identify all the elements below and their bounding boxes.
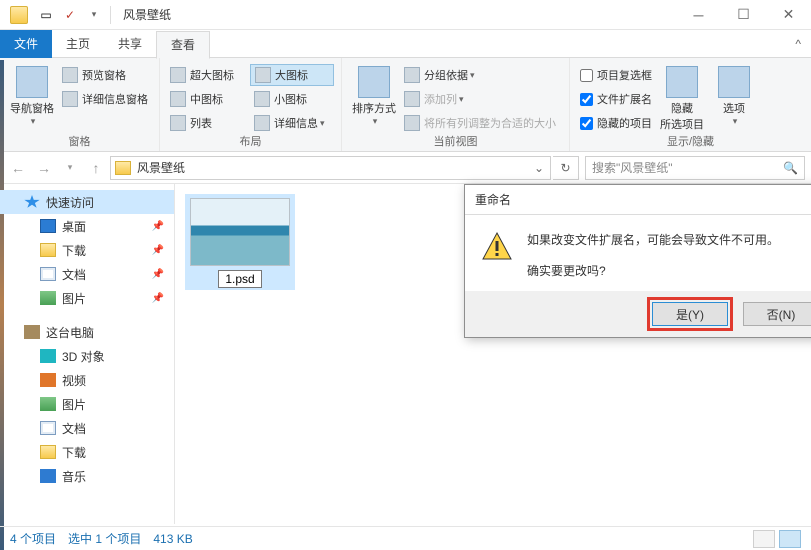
sidebar-quick-access[interactable]: 快速访问 (0, 190, 174, 214)
qat-dropdown[interactable]: ▾ (82, 4, 106, 26)
refresh-button[interactable]: ↻ (553, 156, 579, 180)
sidebar-documents-pc[interactable]: 文档 (0, 416, 174, 440)
tab-file[interactable]: 文件 (0, 30, 52, 58)
sidebar-documents[interactable]: 文档📌 (0, 262, 174, 286)
address-field[interactable]: 风景壁纸 ⌄ (110, 156, 551, 180)
sidebar-downloads-pc[interactable]: 下载 (0, 440, 174, 464)
sidebar-this-pc[interactable]: 这台电脑 (0, 320, 174, 344)
preview-pane-button[interactable]: 预览窗格 (58, 64, 152, 86)
status-bar: 4 个项目 选中 1 个项目 413 KB (0, 526, 811, 550)
search-box[interactable]: 搜索"风景壁纸" 🔍 (585, 156, 805, 180)
ribbon-tabs: 文件 主页 共享 查看 ^ (0, 30, 811, 58)
ribbon-collapse-button[interactable]: ^ (795, 37, 811, 51)
file-list[interactable]: 1.psd 重命名 如果改变文件扩展名，可能会导致文件不可用。 确实要更改吗? (175, 184, 811, 524)
dialog-message-1: 如果改变文件扩展名，可能会导致文件不可用。 (527, 231, 779, 250)
folder-icon (115, 161, 131, 175)
tab-home[interactable]: 主页 (52, 30, 104, 58)
warning-icon (481, 231, 513, 263)
tab-share[interactable]: 共享 (104, 30, 156, 58)
layout-details[interactable]: 详细信息▾ (250, 112, 334, 134)
details-view-button[interactable] (753, 530, 775, 548)
address-dropdown-icon[interactable]: ⌄ (528, 161, 550, 175)
ribbon: 导航窗格▾ 预览窗格 详细信息窗格 窗格 超大图标 中图标 列表 大图标 小图标… (0, 58, 811, 152)
sidebar-desktop[interactable]: 桌面📌 (0, 214, 174, 238)
qat-properties[interactable]: ▭ (34, 4, 58, 26)
tab-view[interactable]: 查看 (156, 31, 210, 59)
group-layout-label: 布局 (160, 133, 341, 149)
qat-check[interactable]: ✓ (58, 4, 82, 26)
no-button[interactable]: 否(N) (743, 302, 811, 326)
highlight-annotation: 是(Y) (647, 297, 733, 331)
pin-icon: 📌 (152, 269, 164, 280)
status-selected: 选中 1 个项目 (68, 530, 141, 547)
maximize-button[interactable]: ☐ (721, 0, 766, 30)
dialog-message-2: 确实要更改吗? (527, 262, 779, 281)
forward-button[interactable]: → (32, 156, 56, 180)
sidebar-pictures-pc[interactable]: 图片 (0, 392, 174, 416)
details-pane-button[interactable]: 详细信息窗格 (58, 88, 152, 110)
add-columns-button[interactable]: 添加列▾ (400, 88, 560, 110)
address-text: 风景壁纸 (137, 159, 185, 176)
window-icon (10, 6, 28, 24)
group-by-button[interactable]: 分组依据▾ (400, 64, 560, 86)
yes-button[interactable]: 是(Y) (652, 302, 728, 326)
main-area: 快速访问 桌面📌 下载📌 文档📌 图片📌 这台电脑 3D 对象 视频 图片 文档… (0, 184, 811, 524)
sidebar-videos[interactable]: 视频 (0, 368, 174, 392)
minimize-button[interactable]: ─ (676, 0, 721, 30)
status-item-count: 4 个项目 (10, 530, 56, 547)
layout-xlarge[interactable]: 超大图标 (166, 64, 250, 86)
file-item-1[interactable]: 1.psd (185, 194, 295, 290)
back-button[interactable]: ← (6, 156, 30, 180)
pin-icon: 📌 (152, 221, 164, 232)
group-showhide-label: 显示/隐藏 (570, 133, 811, 149)
status-size: 413 KB (153, 532, 192, 546)
group-currentview-label: 当前视图 (342, 133, 569, 149)
rename-dialog: 重命名 如果改变文件扩展名，可能会导致文件不可用。 确实要更改吗? 是(Y) 否… (464, 184, 811, 338)
pin-icon: 📌 (152, 245, 164, 256)
layout-list[interactable]: 列表 (166, 112, 250, 134)
up-button[interactable]: ↑ (84, 156, 108, 180)
dialog-title: 重命名 (465, 185, 811, 215)
layout-small[interactable]: 小图标 (250, 88, 334, 110)
file-name-editing[interactable]: 1.psd (218, 270, 261, 288)
recent-button[interactable]: ▾ (58, 156, 82, 180)
group-panes-label: 窗格 (0, 133, 159, 149)
hidden-items-toggle[interactable]: 隐藏的项目 (576, 112, 656, 134)
sidebar-3d-objects[interactable]: 3D 对象 (0, 344, 174, 368)
thumbnails-view-button[interactable] (779, 530, 801, 548)
file-thumbnail (190, 198, 290, 266)
fit-columns-button[interactable]: 将所有列调整为合适的大小 (400, 112, 560, 134)
layout-large[interactable]: 大图标 (250, 64, 334, 86)
search-placeholder: 搜索"风景壁纸" (592, 159, 673, 176)
sidebar-pictures[interactable]: 图片📌 (0, 286, 174, 310)
sidebar-music[interactable]: 音乐 (0, 464, 174, 488)
window-title: 风景壁纸 (123, 6, 171, 23)
item-checkboxes-toggle[interactable]: 项目复选框 (576, 64, 656, 86)
title-bar: ▭ ✓ ▾ 风景壁纸 ─ ☐ ✕ (0, 0, 811, 30)
pin-icon: 📌 (152, 293, 164, 304)
search-icon: 🔍 (783, 161, 798, 175)
navigation-pane: 快速访问 桌面📌 下载📌 文档📌 图片📌 这台电脑 3D 对象 视频 图片 文档… (0, 184, 175, 524)
close-button[interactable]: ✕ (766, 0, 811, 30)
layout-medium[interactable]: 中图标 (166, 88, 250, 110)
address-bar: ← → ▾ ↑ 风景壁纸 ⌄ ↻ 搜索"风景壁纸" 🔍 (0, 152, 811, 184)
sidebar-downloads[interactable]: 下载📌 (0, 238, 174, 262)
file-extensions-toggle[interactable]: 文件扩展名 (576, 88, 656, 110)
